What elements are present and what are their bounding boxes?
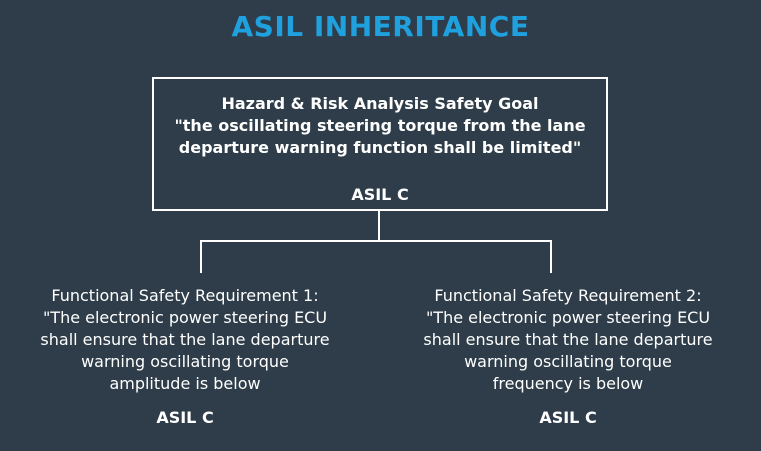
requirement-2-line-2: "The electronic power steering ECU [425,308,711,327]
requirement-2: Functional Safety Requirement 2: "The el… [398,285,738,429]
safety-goal-line-1: "the oscillating steering torque from th… [174,116,586,135]
requirement-2-line-1: Functional Safety Requirement 2: [434,286,702,305]
requirement-1-line-3: shall ensure that the lane departure [40,330,330,349]
connector-branch-right [550,240,552,273]
safety-goal-text: Hazard & Risk Analysis Safety Goal "the … [154,93,606,159]
requirement-1-asil: ASIL C [156,408,214,427]
requirement-2-line-4: warning oscillating torque [464,352,672,371]
connector-branch-left [200,240,202,273]
diagram-title: ASIL INHERITANCE [231,10,530,43]
safety-goal-line-2: departure warning function shall be limi… [178,138,582,157]
requirement-2-line-5: frequency is below [492,374,644,393]
connector-trunk [378,211,380,241]
requirement-2-line-3: shall ensure that the lane departure [423,330,713,349]
requirement-1-line-1: Functional Safety Requirement 1: [51,286,319,305]
requirement-1-line-5: amplitude is below [109,374,261,393]
requirement-2-asil: ASIL C [539,408,597,427]
requirement-1-line-2: "The electronic power steering ECU [42,308,328,327]
requirement-1-line-4: warning oscillating torque [81,352,289,371]
safety-goal-asil: ASIL C [351,185,409,204]
requirement-1: Functional Safety Requirement 1: "The el… [15,285,355,429]
safety-goal-box: Hazard & Risk Analysis Safety Goal "the … [152,77,608,211]
connector-horizontal [200,240,552,242]
safety-goal-heading: Hazard & Risk Analysis Safety Goal [221,94,539,113]
